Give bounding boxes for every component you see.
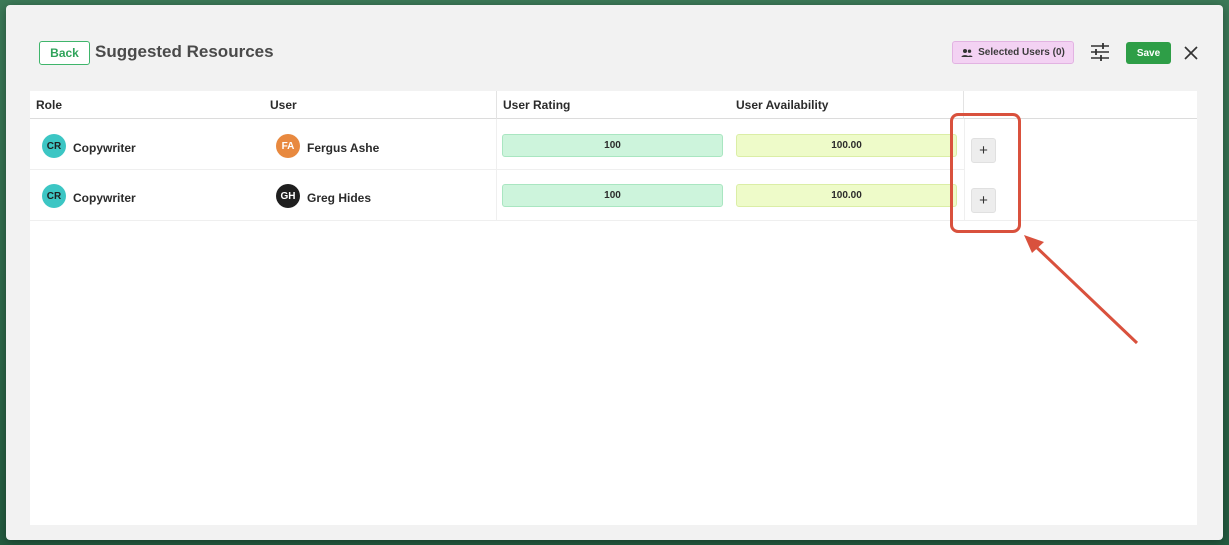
back-button[interactable]: Back <box>39 41 90 65</box>
close-icon[interactable] <box>1184 46 1198 60</box>
user-name: Greg Hides <box>307 191 372 205</box>
annotation-highlight-box <box>950 113 1021 233</box>
user-rating-value: 100 <box>502 184 723 207</box>
table-bottom-line <box>30 220 1197 221</box>
selected-users-label: Selected Users (0) <box>978 47 1065 58</box>
table-header: Role User User Rating User Availability <box>30 91 1197 119</box>
user-rating-value: 100 <box>502 134 723 157</box>
modal-header: Back Suggested Resources Selected Users … <box>6 5 1223 85</box>
people-icon <box>961 48 973 57</box>
role-name: Copywriter <box>73 191 136 205</box>
column-header-user-rating: User Rating <box>503 98 571 112</box>
header-divider <box>496 91 497 119</box>
user-availability-value: 100.00 <box>736 134 957 157</box>
annotation-arrow-icon <box>1024 235 1139 345</box>
column-header-role: Role <box>36 98 63 112</box>
table-row: CR Copywriter GH Greg Hides 100 100.00 <box>30 170 964 220</box>
avatar: GH <box>276 184 300 208</box>
sliders-icon[interactable] <box>1090 43 1110 61</box>
page-title: Suggested Resources <box>95 42 274 61</box>
column-header-user-availability: User Availability <box>736 98 829 112</box>
role-avatar: CR <box>42 184 66 208</box>
avatar: FA <box>276 134 300 158</box>
role-avatar: CR <box>42 134 66 158</box>
role-name: Copywriter <box>73 141 136 155</box>
save-button[interactable]: Save <box>1126 42 1171 64</box>
user-availability-value: 100.00 <box>736 184 957 207</box>
selected-users-button[interactable]: Selected Users (0) <box>952 41 1074 64</box>
column-header-user: User <box>270 98 297 112</box>
user-name: Fergus Ashe <box>307 141 380 155</box>
table-row: CR Copywriter FA Fergus Ashe 100 100.00 <box>30 120 964 170</box>
